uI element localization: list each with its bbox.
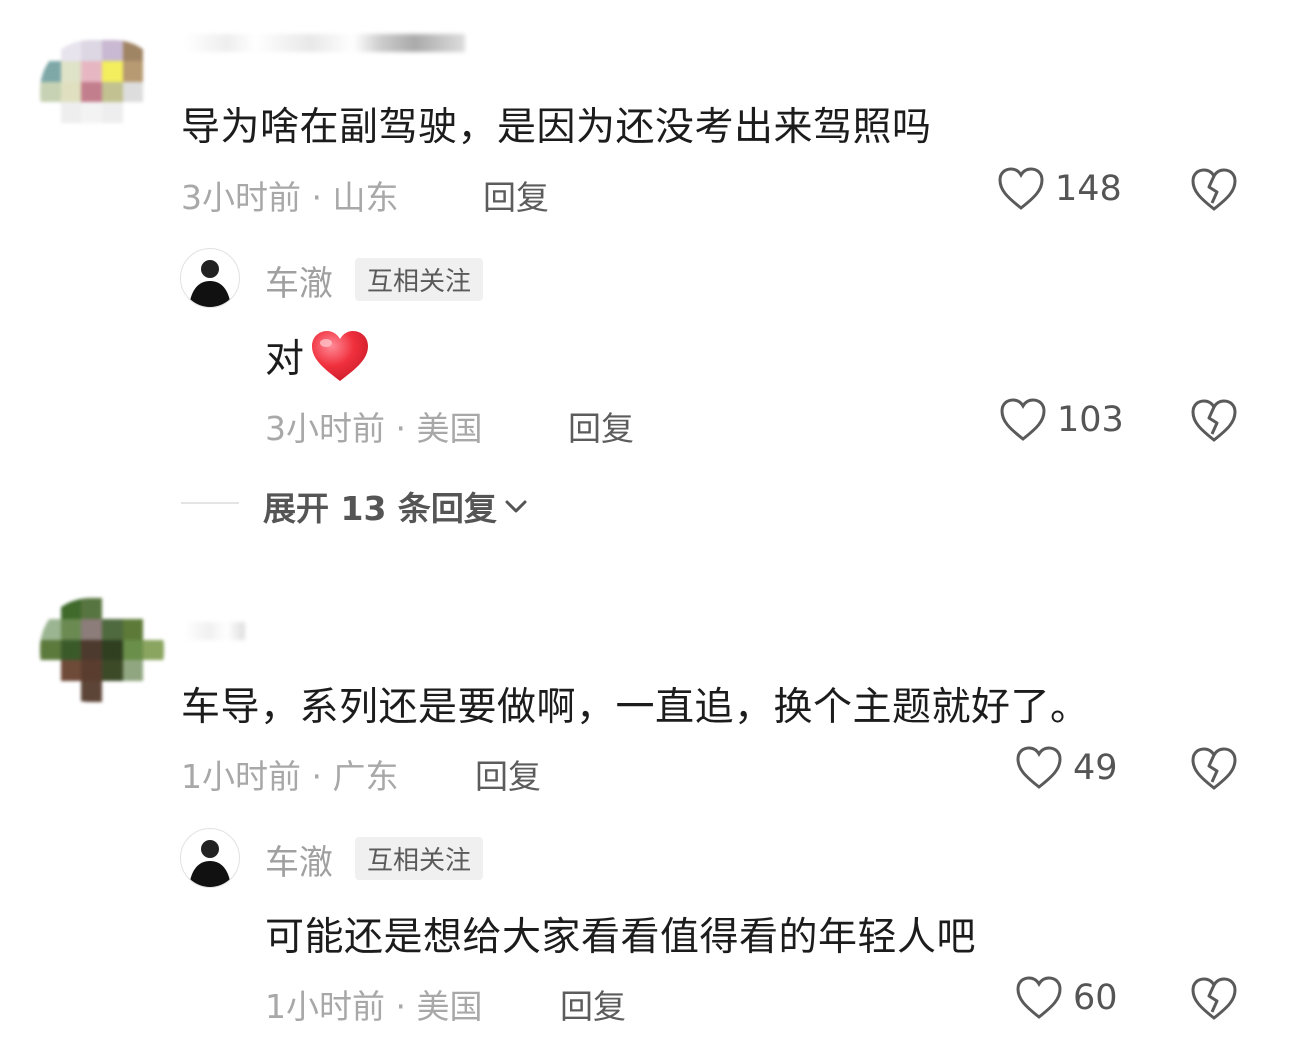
chevron-down-icon	[505, 500, 527, 513]
reply-meta: 1小时前 · 美国	[265, 987, 483, 1026]
comment-list: 导为啥在副驾驶，是因为还没考出来驾照吗 3小时前 · 山东 回复 148 车澈 …	[0, 0, 1290, 1046]
comment-text: 车导，系列还是要做啊，一直追，换个主题就好了。	[181, 685, 1090, 730]
reply-author[interactable]: 车澈	[265, 256, 333, 305]
reply-button[interactable]: 回复	[568, 402, 634, 450]
avatar[interactable]	[180, 248, 240, 308]
avatar[interactable]	[40, 598, 164, 702]
person-silhouette	[189, 840, 231, 887]
reply-text: 对	[265, 337, 305, 382]
reply-author[interactable]: 车澈	[265, 835, 333, 884]
divider	[181, 502, 239, 504]
like-count: 60	[1073, 978, 1118, 1018]
like-count: 148	[1055, 169, 1122, 209]
like-count: 49	[1073, 748, 1118, 788]
comment-meta: 1小时前 · 广东	[181, 757, 399, 796]
person-silhouette	[189, 260, 231, 307]
broken-heart-icon[interactable]	[1190, 167, 1238, 213]
like-button[interactable]: 60	[1015, 975, 1118, 1021]
username-blurred[interactable]	[185, 622, 245, 640]
heart-outline-icon	[1016, 746, 1062, 789]
mutual-follow-badge: 互相关注	[355, 837, 484, 880]
heart-outline-icon	[998, 167, 1044, 210]
red-heart-emoji	[311, 331, 368, 381]
comment-meta: 3小时前 · 山东	[181, 178, 399, 217]
username-blurred[interactable]	[185, 34, 465, 52]
expand-replies-label: 展开 13 条回复	[263, 489, 497, 528]
like-button[interactable]: 103	[999, 397, 1124, 443]
avatar[interactable]	[40, 40, 164, 144]
reply-text-row: 对	[265, 328, 371, 384]
reply-button[interactable]: 回复	[483, 171, 549, 219]
avatar[interactable]	[180, 828, 240, 888]
comment-text: 导为啥在副驾驶，是因为还没考出来驾照吗	[181, 105, 932, 150]
like-button[interactable]: 148	[997, 166, 1122, 212]
reply-meta: 3小时前 · 美国	[265, 409, 483, 448]
broken-heart-icon[interactable]	[1190, 398, 1238, 444]
reply-text: 可能还是想给大家看看值得看的年轻人吧	[265, 915, 977, 960]
mutual-follow-badge: 互相关注	[355, 258, 484, 301]
heart-outline-icon	[1000, 398, 1046, 441]
like-button[interactable]: 49	[1015, 745, 1118, 791]
reply-button[interactable]: 回复	[560, 980, 626, 1028]
heart-outline-icon	[1016, 976, 1062, 1019]
broken-heart-icon[interactable]	[1190, 746, 1238, 792]
broken-heart-icon[interactable]	[1190, 976, 1238, 1022]
reply-button[interactable]: 回复	[475, 750, 541, 798]
expand-replies-button[interactable]: 展开 13 条回复	[263, 482, 529, 530]
like-count: 103	[1057, 400, 1124, 440]
